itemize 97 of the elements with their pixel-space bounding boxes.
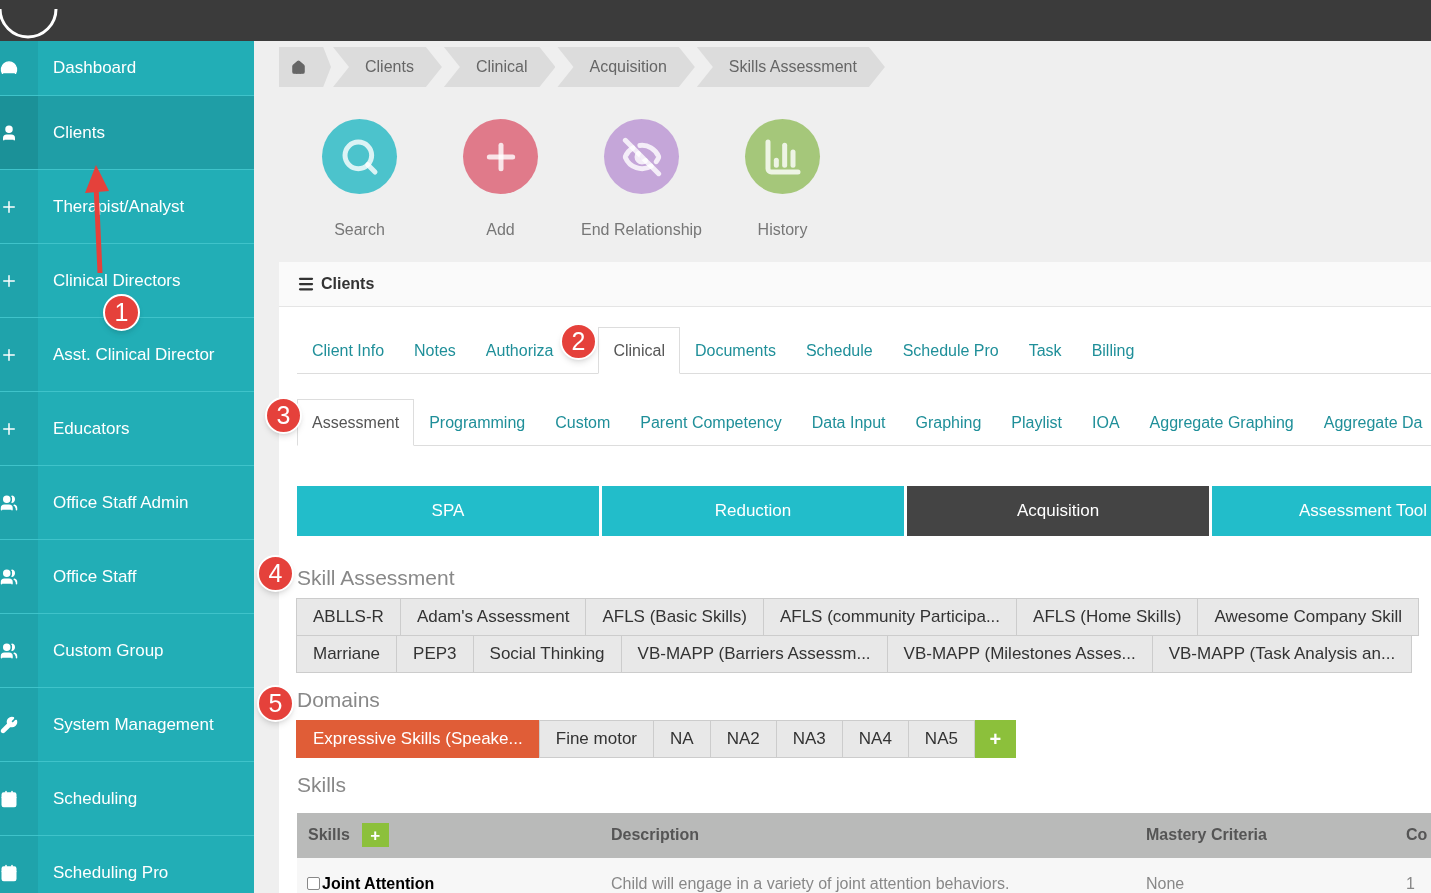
add-domain-button[interactable]: + [974, 720, 1016, 758]
sidebar-label: Asst. Clinical Director [53, 343, 215, 366]
eye-slash-icon [621, 136, 662, 177]
assessment-button[interactable]: Marriane [296, 634, 398, 673]
domain-button[interactable]: NA2 [709, 720, 777, 758]
assessment-button[interactable]: Social Thinking [472, 634, 622, 673]
column-header: Skills [308, 825, 350, 845]
breadcrumb-item[interactable]: Clinical [443, 47, 556, 87]
sub-tab[interactable]: Playlist [996, 399, 1078, 446]
sidebar-item[interactable]: Clients [0, 96, 254, 170]
checkbox[interactable] [307, 877, 320, 890]
sidebar-label: Office Staff [53, 565, 137, 588]
assessment-button[interactable]: AFLS (Home Skills) [1016, 597, 1199, 636]
sub-tab[interactable]: Programming [414, 399, 541, 446]
action-button[interactable]: End Relationship [571, 119, 712, 242]
table-cell-text: Child will engage in a variety of joint attention behaviors. [611, 873, 1010, 893]
table-cell-text: Joint Attention [322, 873, 435, 893]
sub-tab[interactable]: Data Input [796, 399, 901, 446]
column-header: Co [1406, 825, 1428, 845]
domain-button[interactable]: NA [653, 720, 711, 758]
tab[interactable]: Task [1013, 327, 1077, 374]
category-button[interactable]: Acquisition [907, 486, 1209, 536]
sub-tab[interactable]: IOA [1077, 399, 1135, 446]
domain-button[interactable]: Fine motor [538, 720, 654, 758]
sidebar-item[interactable]: Scheduling Pro [0, 836, 254, 893]
sub-tab[interactable]: Graphing [900, 399, 997, 446]
logo-icon [0, 7, 58, 41]
assessment-button[interactable]: VB-MAPP (Task Analysis an... [1151, 634, 1413, 673]
category-button[interactable]: Reduction [602, 486, 904, 536]
section-heading: Skills [297, 772, 347, 798]
sidebar-label: Office Staff Admin [53, 491, 189, 514]
user-icon [0, 123, 18, 142]
breadcrumb-item[interactable]: Clients [333, 47, 442, 87]
tab[interactable]: Schedule Pro [887, 327, 1014, 374]
sidebar-item[interactable]: System Management [0, 688, 254, 762]
sidebar-item[interactable]: Educators [0, 392, 254, 466]
menu-icon [297, 275, 315, 293]
action-button[interactable]: Search [289, 119, 430, 242]
tab[interactable]: Documents [680, 327, 791, 374]
home-icon [291, 59, 306, 75]
tab[interactable]: Billing [1076, 327, 1150, 374]
users-icon [0, 493, 18, 512]
sidebar-label: Custom Group [53, 639, 164, 662]
sidebar-item[interactable]: Office Staff [0, 540, 254, 614]
assessment-button[interactable]: Awesome Company Skill [1197, 597, 1420, 636]
column-header: Description [611, 825, 699, 845]
wrench-icon [0, 715, 18, 734]
calendar-icon [0, 863, 18, 882]
sub-tab[interactable]: Parent Competency [625, 399, 797, 446]
users-icon [0, 567, 18, 586]
domain-button[interactable]: NA4 [841, 720, 909, 758]
sidebar-label: System Management [53, 713, 214, 736]
breadcrumb-home[interactable] [279, 47, 331, 87]
action-button[interactable]: History [712, 119, 853, 242]
sidebar-label: Educators [53, 417, 130, 440]
sidebar-item[interactable]: Office Staff Admin [0, 466, 254, 540]
table-cell-text: None [1146, 873, 1185, 893]
assessment-button[interactable]: ABLLS-R [296, 597, 401, 636]
assessment-button[interactable]: PEP3 [396, 634, 474, 673]
sidebar-label: Scheduling [53, 787, 138, 810]
sub-tab[interactable]: Assessment [297, 399, 415, 446]
users-icon [0, 641, 18, 660]
column-header: Mastery Criteria [1146, 825, 1267, 845]
tab[interactable]: Client Info [297, 327, 400, 374]
sidebar-item[interactable]: Custom Group [0, 614, 254, 688]
section-heading: Skill Assessment [297, 565, 456, 591]
sidebar-label: Clinical Directors [53, 269, 181, 292]
sub-tab[interactable]: Aggregate Da [1308, 399, 1431, 446]
sidebar-item[interactable]: Dashboard [0, 41, 254, 96]
domain-button[interactable]: Expressive Skills (Speake... [296, 720, 540, 758]
tab[interactable]: Clinical [598, 327, 680, 374]
panel-title: Clients [321, 274, 375, 294]
assessment-button[interactable]: VB-MAPP (Barriers Assessm... [620, 634, 888, 673]
sub-tab[interactable]: Aggregate Graphing [1134, 399, 1309, 446]
sub-tab[interactable]: Custom [540, 399, 626, 446]
sidebar-item[interactable]: Scheduling [0, 762, 254, 836]
sidebar-label: Scheduling Pro [53, 861, 169, 884]
domain-button[interactable]: NA5 [907, 720, 975, 758]
calendar-icon [0, 789, 18, 808]
add-skill-button[interactable]: + [361, 823, 389, 847]
assessment-button[interactable]: AFLS (Basic Skills) [585, 597, 764, 636]
section-heading: Domains [297, 686, 381, 713]
sidebar-label: Dashboard [53, 57, 137, 80]
table-cell-text: 1 [1406, 873, 1415, 893]
assessment-button[interactable]: Adam's Assessment [399, 597, 587, 636]
tab[interactable]: Authoriza [470, 327, 555, 374]
action-button[interactable]: Add [430, 119, 571, 242]
domain-button[interactable]: NA3 [775, 720, 843, 758]
breadcrumb-item[interactable]: Acquisition [557, 47, 695, 87]
assessment-button[interactable]: AFLS (community Participa... [762, 597, 1018, 636]
assessment-button[interactable]: VB-MAPP (Milestones Asses... [886, 634, 1153, 673]
breadcrumb-item[interactable]: Skills Assessment [696, 47, 885, 87]
category-button[interactable]: SPA [297, 486, 599, 536]
tab[interactable]: Schedule [790, 327, 888, 374]
category-button[interactable]: Assessment Tool [1212, 486, 1431, 536]
tab[interactable]: Notes [399, 327, 471, 374]
sidebar-label: Clients [53, 121, 105, 144]
